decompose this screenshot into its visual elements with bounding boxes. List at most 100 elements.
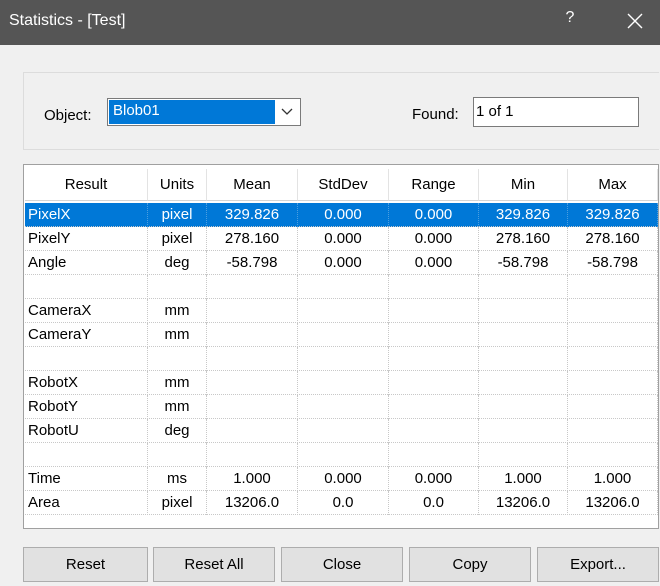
table-row[interactable]: CameraY mm — [25, 323, 658, 347]
column-header-mean[interactable]: Mean — [207, 169, 298, 201]
cell-min — [479, 275, 568, 299]
object-selected-value: Blob01 — [109, 100, 275, 124]
cell-stddev — [298, 371, 389, 395]
cell-result: CameraY — [25, 323, 148, 347]
reset-all-button[interactable]: Reset All — [153, 547, 275, 582]
cell-max — [568, 419, 658, 443]
cell-stddev — [298, 419, 389, 443]
table-row[interactable]: RobotY mm — [25, 395, 658, 419]
statistics-window: Statistics - [Test] ? Object: Blob01 Fou… — [0, 0, 660, 586]
cell-units: deg — [148, 419, 207, 443]
cell-mean — [207, 347, 298, 371]
found-field: 1 of 1 — [473, 97, 639, 127]
cell-stddev: 0.000 — [298, 227, 389, 251]
cell-min: 278.160 — [479, 227, 568, 251]
cell-min: 13206.0 — [479, 491, 568, 515]
cell-stddev — [298, 443, 389, 467]
cell-mean: 329.826 — [207, 203, 298, 227]
cell-units: mm — [148, 395, 207, 419]
cell-result — [25, 347, 148, 371]
cell-min — [479, 299, 568, 323]
cell-min — [479, 443, 568, 467]
table-row[interactable] — [25, 275, 658, 299]
cell-min — [479, 323, 568, 347]
table-row[interactable]: Time ms 1.000 0.000 0.000 1.000 1.000 — [25, 467, 658, 491]
cell-range — [389, 443, 479, 467]
cell-max — [568, 395, 658, 419]
cell-mean — [207, 323, 298, 347]
cell-stddev — [298, 347, 389, 371]
cell-mean — [207, 299, 298, 323]
cell-range: 0.000 — [389, 251, 479, 275]
cell-result: Time — [25, 467, 148, 491]
column-header-min[interactable]: Min — [479, 169, 568, 201]
cell-mean — [207, 443, 298, 467]
cell-result: CameraX — [25, 299, 148, 323]
table-row[interactable]: RobotU deg — [25, 419, 658, 443]
help-button[interactable]: ? — [562, 9, 578, 27]
table-row[interactable] — [25, 443, 658, 467]
cell-units: mm — [148, 323, 207, 347]
object-dropdown[interactable]: Blob01 — [107, 98, 301, 126]
cell-mean: 1.000 — [207, 467, 298, 491]
cell-units: pixel — [148, 227, 207, 251]
reset-button[interactable]: Reset — [23, 547, 148, 582]
cell-stddev: 0.0 — [298, 491, 389, 515]
cell-mean — [207, 395, 298, 419]
column-header-stddev[interactable]: StdDev — [298, 169, 389, 201]
cell-stddev — [298, 299, 389, 323]
cell-units — [148, 443, 207, 467]
cell-units: ms — [148, 467, 207, 491]
found-label: Found: — [412, 106, 459, 123]
cell-min — [479, 371, 568, 395]
cell-min — [479, 419, 568, 443]
cell-min — [479, 395, 568, 419]
table-row[interactable]: Area pixel 13206.0 0.0 0.0 13206.0 13206.0 — [25, 491, 658, 515]
cell-result: RobotU — [25, 419, 148, 443]
export-button[interactable]: Export... — [537, 547, 659, 582]
table-row[interactable]: Angle deg -58.798 0.000 0.000 -58.798 -58.798 — [25, 251, 658, 275]
column-header-max[interactable]: Max — [568, 169, 658, 201]
column-header-range[interactable]: Range — [389, 169, 479, 201]
cell-units: pixel — [148, 491, 207, 515]
close-icon[interactable] — [626, 12, 644, 30]
cell-units — [148, 275, 207, 299]
cell-mean: -58.798 — [207, 251, 298, 275]
title-bar: Statistics - [Test] ? — [0, 0, 660, 45]
cell-stddev — [298, 275, 389, 299]
cell-min — [479, 347, 568, 371]
cell-min: 1.000 — [479, 467, 568, 491]
table-row[interactable]: RobotX mm — [25, 371, 658, 395]
cell-max: 329.826 — [568, 203, 658, 227]
cell-max — [568, 347, 658, 371]
window-title: Statistics - [Test] — [9, 12, 126, 29]
table-row[interactable]: CameraX mm — [25, 299, 658, 323]
cell-range: 0.000 — [389, 227, 479, 251]
cell-range — [389, 323, 479, 347]
cell-max: 1.000 — [568, 467, 658, 491]
cell-stddev — [298, 395, 389, 419]
cell-result — [25, 443, 148, 467]
cell-units: mm — [148, 371, 207, 395]
cell-units — [148, 347, 207, 371]
cell-mean: 13206.0 — [207, 491, 298, 515]
column-header-result[interactable]: Result — [25, 169, 148, 201]
copy-button[interactable]: Copy — [409, 547, 531, 582]
results-grid[interactable]: Result Units Mean StdDev Range Min Max PixelX pi… — [23, 164, 659, 529]
table-row[interactable] — [25, 347, 658, 371]
cell-stddev: 0.000 — [298, 203, 389, 227]
cell-stddev: 0.000 — [298, 467, 389, 491]
cell-max — [568, 323, 658, 347]
close-button[interactable]: Close — [281, 547, 403, 582]
table-row[interactable]: PixelX pixel 329.826 0.000 0.000 329.826 329.8… — [25, 203, 658, 227]
cell-result: PixelY — [25, 227, 148, 251]
cell-max: 13206.0 — [568, 491, 658, 515]
cell-range: 0.000 — [389, 203, 479, 227]
chevron-down-icon — [280, 105, 294, 119]
cell-mean — [207, 275, 298, 299]
cell-max — [568, 275, 658, 299]
cell-result: Angle — [25, 251, 148, 275]
table-row[interactable]: PixelY pixel 278.160 0.000 0.000 278.160 278.1… — [25, 227, 658, 251]
cell-result: PixelX — [25, 203, 148, 227]
column-header-units[interactable]: Units — [148, 169, 207, 201]
